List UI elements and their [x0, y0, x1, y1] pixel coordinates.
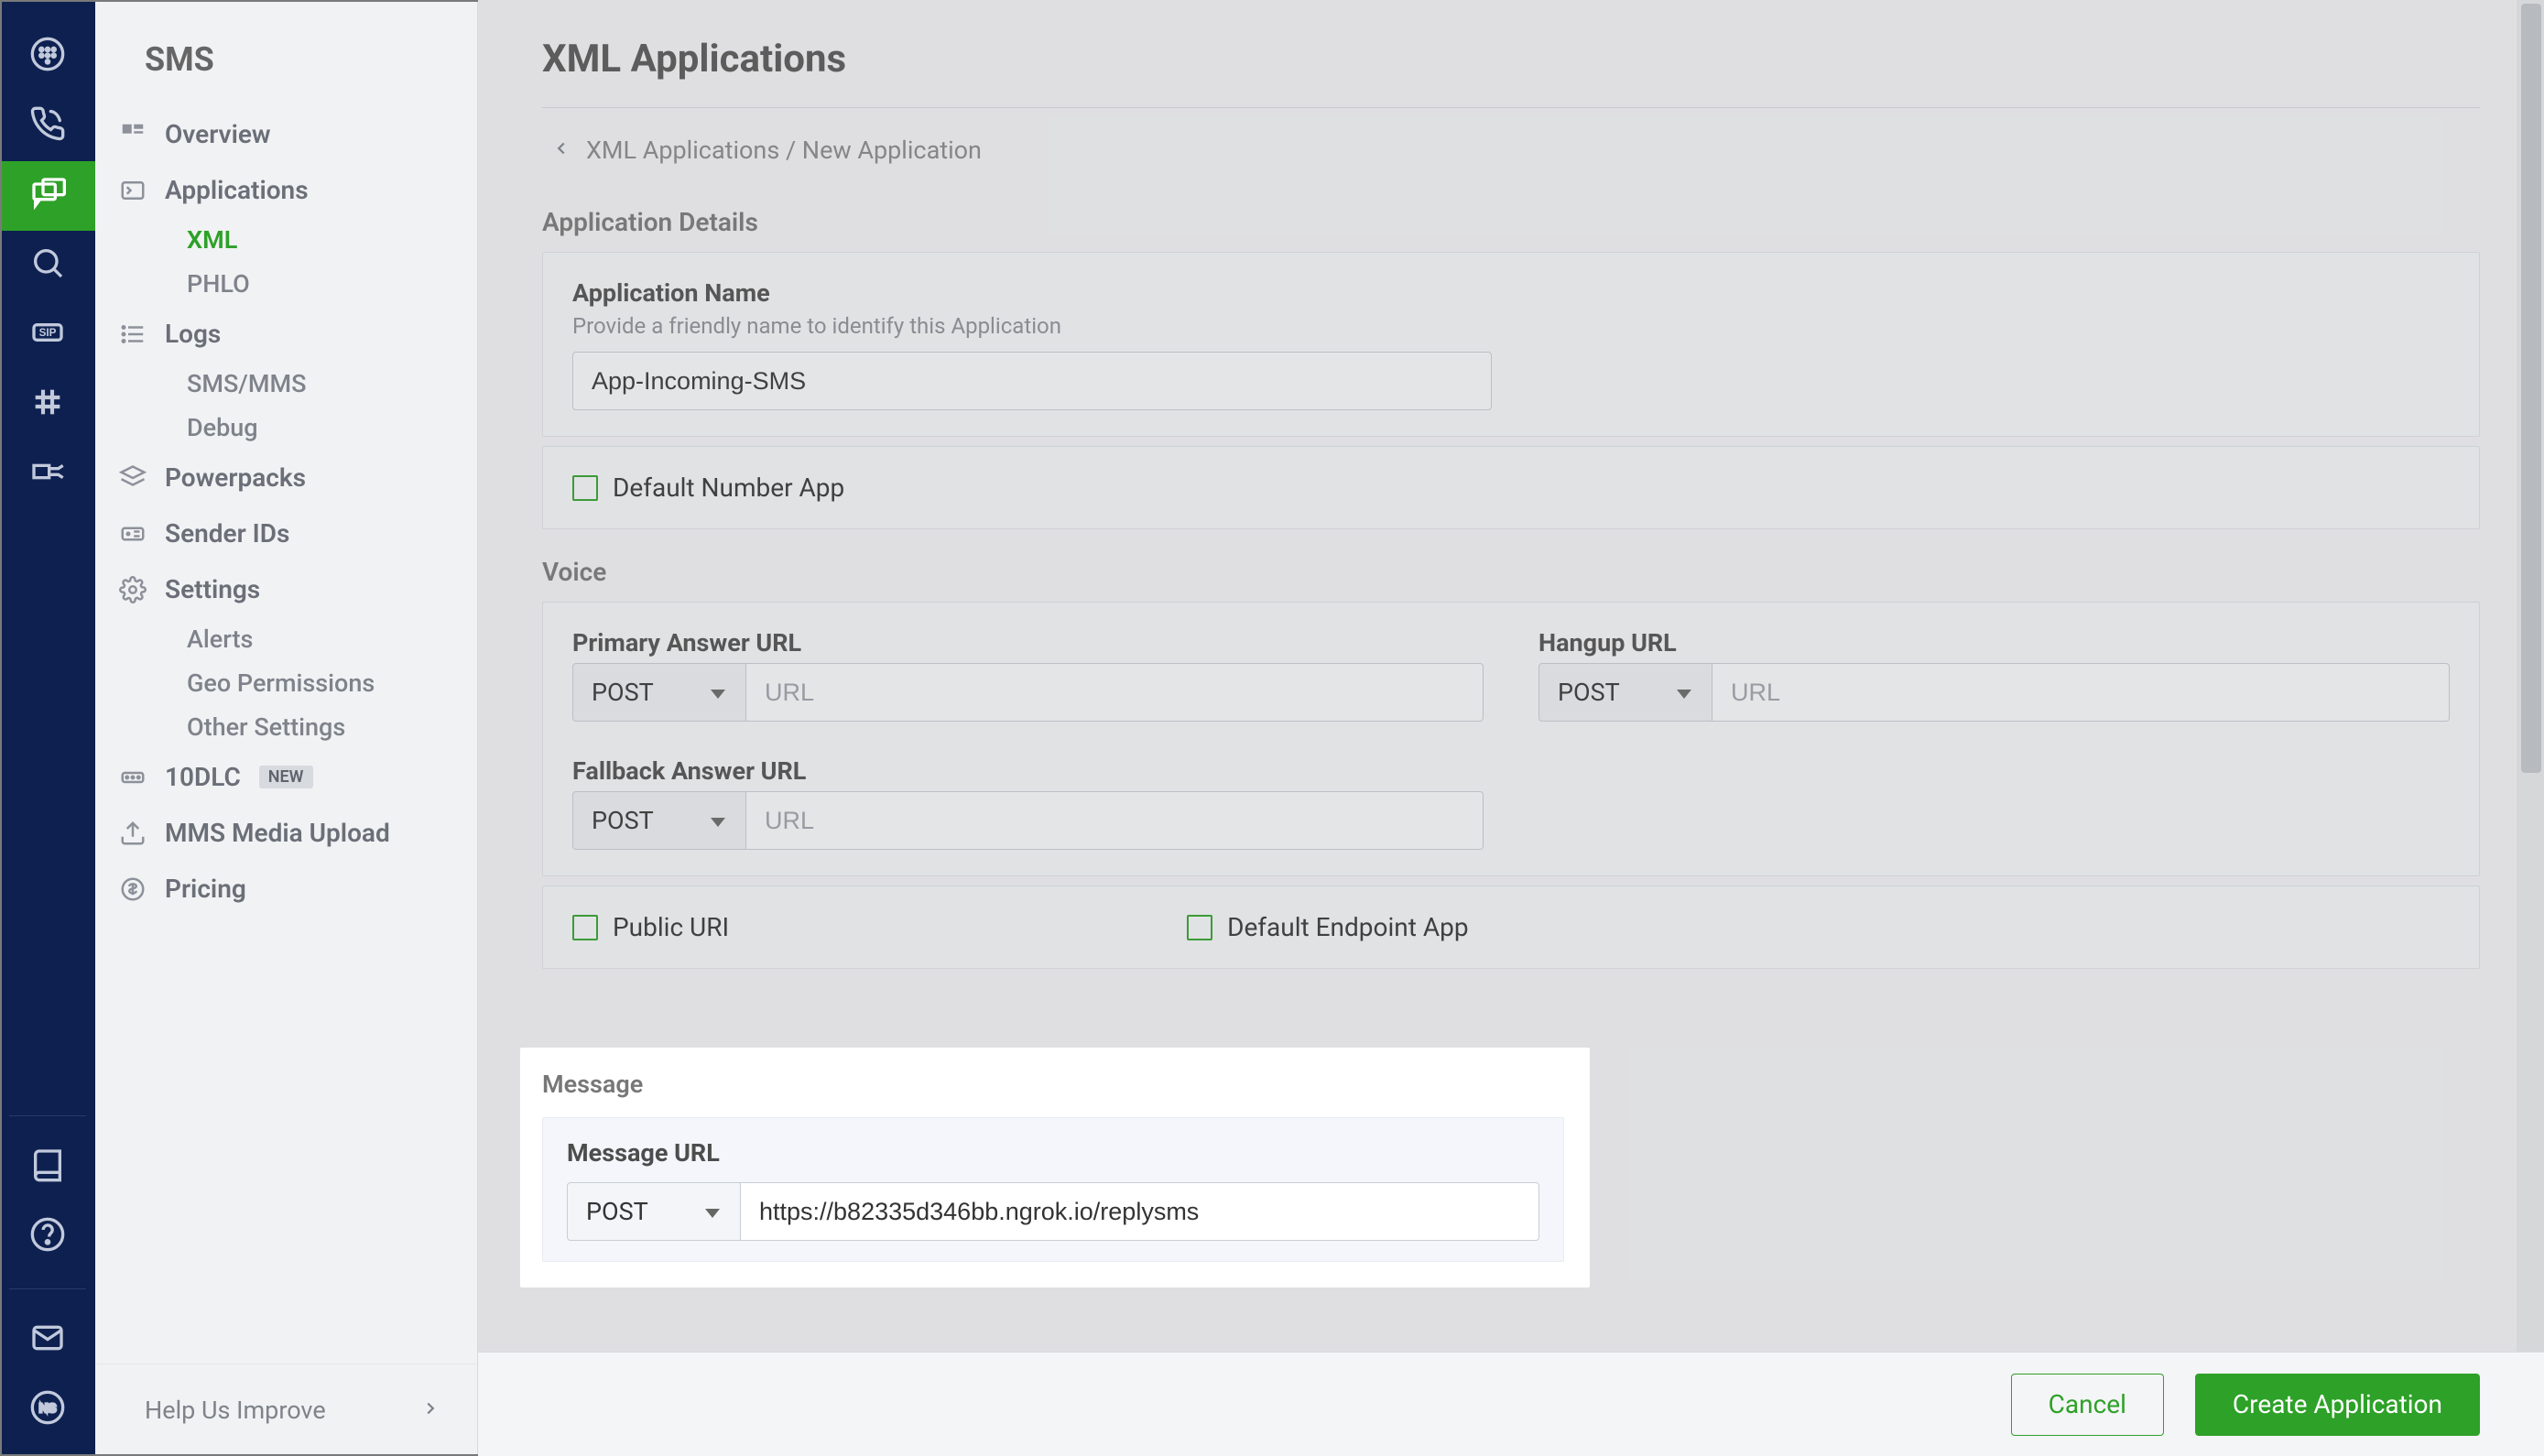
rail-numbers-icon[interactable] — [0, 370, 95, 440]
nav-mms-upload[interactable]: MMS Media Upload — [119, 805, 453, 861]
nav-geo[interactable]: Geo Permissions — [119, 661, 453, 705]
nav-label: Settings — [165, 574, 260, 604]
public-uri-label: Public URI — [613, 912, 729, 942]
message-label: Message — [542, 1070, 1564, 1104]
nav-other[interactable]: Other Settings — [119, 705, 453, 749]
breadcrumb[interactable]: XML Applications / New Application — [542, 108, 2480, 189]
panel-voice-checks: Public URI Default Endpoint App — [542, 886, 2480, 969]
nav-settings[interactable]: Settings — [119, 561, 453, 617]
nav-smsmms[interactable]: SMS/MMS — [119, 362, 453, 406]
rail-lookup-icon[interactable] — [0, 231, 95, 300]
voice-label: Voice — [542, 538, 2480, 602]
nav-label: Pricing — [165, 874, 246, 904]
chevron-right-icon — [420, 1396, 440, 1425]
hangup-method-select[interactable]: POST — [1538, 663, 1712, 722]
nav-powerpacks[interactable]: Powerpacks — [119, 450, 453, 505]
rail-sip-icon[interactable]: SIP — [0, 300, 95, 370]
primary-url-input[interactable] — [746, 663, 1484, 722]
dashboard-icon — [119, 121, 147, 148]
nav-label: Powerpacks — [165, 462, 306, 493]
chevron-left-icon — [551, 136, 571, 165]
appname-input[interactable] — [572, 352, 1492, 410]
message-url-label: Message URL — [567, 1138, 1539, 1168]
badge-new: NEW — [259, 766, 313, 788]
gear-icon — [119, 576, 147, 603]
bottom-bar: Cancel Create Application — [478, 1352, 2544, 1456]
message-url-input[interactable] — [741, 1182, 1539, 1241]
nav-xml[interactable]: XML — [119, 218, 453, 262]
nav-label: Applications — [165, 175, 309, 205]
page-title: XML Applications — [542, 37, 2480, 108]
cancel-button[interactable]: Cancel — [2011, 1374, 2164, 1436]
panel-voice-urls: Primary Answer URL POST Fallback Answer … — [542, 602, 2480, 876]
icon-rail: SIP NS — [0, 0, 95, 1456]
primary-url-label: Primary Answer URL — [572, 628, 1484, 657]
default-endpoint-checkbox[interactable] — [1187, 915, 1212, 940]
hangup-url-input[interactable] — [1712, 663, 2450, 722]
nav-overview[interactable]: Overview — [119, 106, 453, 162]
default-endpoint-label: Default Endpoint App — [1227, 912, 1468, 942]
list-icon — [119, 321, 147, 348]
nav-logs[interactable]: Logs — [119, 306, 453, 362]
upload-icon — [119, 820, 147, 847]
sidebar: SMS Overview Applications XML PHLO Logs … — [95, 0, 478, 1456]
nav-label: 10DLC — [165, 762, 241, 792]
nav-alerts[interactable]: Alerts — [119, 617, 453, 661]
dollar-icon — [119, 875, 147, 903]
terminal-icon — [119, 177, 147, 204]
nav-phlo[interactable]: PHLO — [119, 262, 453, 306]
rail-voice-icon[interactable] — [0, 92, 95, 161]
create-button[interactable]: Create Application — [2195, 1374, 2480, 1436]
nav-label: MMS Media Upload — [165, 818, 390, 848]
fallback-method-select[interactable]: POST — [572, 791, 746, 850]
tendlc-icon — [119, 764, 147, 791]
nav-label: Overview — [165, 119, 271, 149]
nav-pricing[interactable]: Pricing — [119, 861, 453, 917]
default-number-label: Default Number App — [613, 473, 844, 503]
nav-senderids[interactable]: Sender IDs — [119, 505, 453, 561]
rail-account-icon[interactable]: NS — [0, 1375, 95, 1445]
message-highlight-card: Message Message URL POST — [520, 1048, 1590, 1288]
layers-icon — [119, 464, 147, 492]
nav-label: Logs — [165, 319, 221, 349]
hangup-url-label: Hangup URL — [1538, 628, 2450, 657]
svg-text:SIP: SIP — [39, 327, 57, 339]
appname-help: Provide a friendly name to identify this… — [572, 313, 2450, 339]
rail-messaging-icon[interactable] — [0, 161, 95, 231]
sidebar-title: SMS — [95, 0, 477, 106]
appname-label: Application Name — [572, 278, 2450, 308]
fallback-url-input[interactable] — [746, 791, 1484, 850]
message-method-select[interactable]: POST — [567, 1182, 741, 1241]
rail-mail-icon[interactable] — [0, 1306, 95, 1375]
nav-label: Sender IDs — [165, 518, 289, 549]
help-improve-label: Help Us Improve — [145, 1396, 326, 1425]
panel-default-number: Default Number App — [542, 446, 2480, 529]
panel-app-name: Application Name Provide a friendly name… — [542, 252, 2480, 437]
breadcrumb-text: XML Applications / New Application — [586, 136, 982, 165]
default-number-checkbox[interactable] — [572, 475, 598, 501]
primary-method-select[interactable]: POST — [572, 663, 746, 722]
public-uri-checkbox[interactable] — [572, 915, 598, 940]
nav-debug[interactable]: Debug — [119, 406, 453, 450]
svg-text:NS: NS — [39, 1401, 57, 1415]
fallback-url-label: Fallback Answer URL — [572, 756, 1484, 786]
rail-dialpad-icon[interactable] — [0, 22, 95, 92]
rail-docs-icon[interactable] — [0, 1133, 95, 1202]
nav-10dlc[interactable]: 10DLC NEW — [119, 749, 453, 805]
app-details-label: Application Details — [542, 189, 2480, 252]
nav-applications[interactable]: Applications — [119, 162, 453, 218]
rail-zentrunk-icon[interactable] — [0, 440, 95, 509]
id-icon — [119, 520, 147, 548]
rail-support-icon[interactable] — [0, 1202, 95, 1272]
help-improve[interactable]: Help Us Improve — [95, 1364, 477, 1456]
